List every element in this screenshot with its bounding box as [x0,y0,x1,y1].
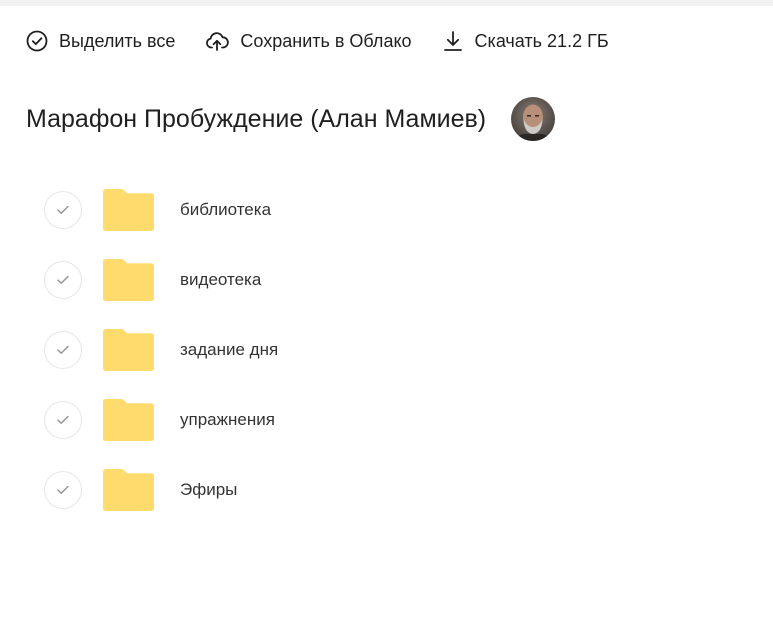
list-item[interactable]: упражнения [44,399,744,469]
toolbar: Выделить все Сохранить в Облако Скачать … [26,27,639,55]
folder-list: библиотека видеотека задание дня упражне… [44,189,744,539]
avatar[interactable] [511,97,556,141]
select-all-label: Выделить все [59,30,176,51]
check-icon [57,415,69,424]
check-icon [57,275,69,284]
select-all-button[interactable]: Выделить все [26,27,175,55]
download-label: Скачать 21.2 ГБ [474,30,609,51]
select-checkbox[interactable] [44,261,82,299]
folder-icon [103,399,154,441]
select-checkbox[interactable] [44,191,82,229]
check-icon [57,485,69,494]
download-button[interactable]: Скачать 21.2 ГБ [442,27,609,55]
download-icon [442,29,464,53]
list-item[interactable]: библиотека [44,189,744,259]
folder-name: упражнения [180,410,275,429]
folder-name: Эфиры [180,480,238,499]
header: Марафон Пробуждение (Алан Мамиев) [26,95,556,143]
folder-icon [103,469,154,511]
folder-icon [103,259,154,301]
folder-name: библиотека [180,200,272,219]
check-icon [57,345,69,354]
folder-name: задание дня [180,340,279,359]
check-icon [57,205,69,214]
select-checkbox[interactable] [44,331,82,369]
folder-icon [103,329,154,371]
cloud-upload-icon [205,30,230,52]
list-item[interactable]: видеотека [44,259,744,329]
page-title: Марафон Пробуждение (Алан Мамиев) [26,104,487,133]
top-divider [0,0,773,6]
select-checkbox[interactable] [44,401,82,439]
select-checkbox[interactable] [44,471,82,509]
folder-name: видеотека [180,270,262,289]
folder-icon [103,189,154,231]
check-circle-icon [26,30,48,52]
save-to-cloud-button[interactable]: Сохранить в Облако [205,27,412,55]
list-item[interactable]: задание дня [44,329,744,399]
list-item[interactable]: Эфиры [44,469,744,539]
save-to-cloud-label: Сохранить в Облако [240,30,412,51]
